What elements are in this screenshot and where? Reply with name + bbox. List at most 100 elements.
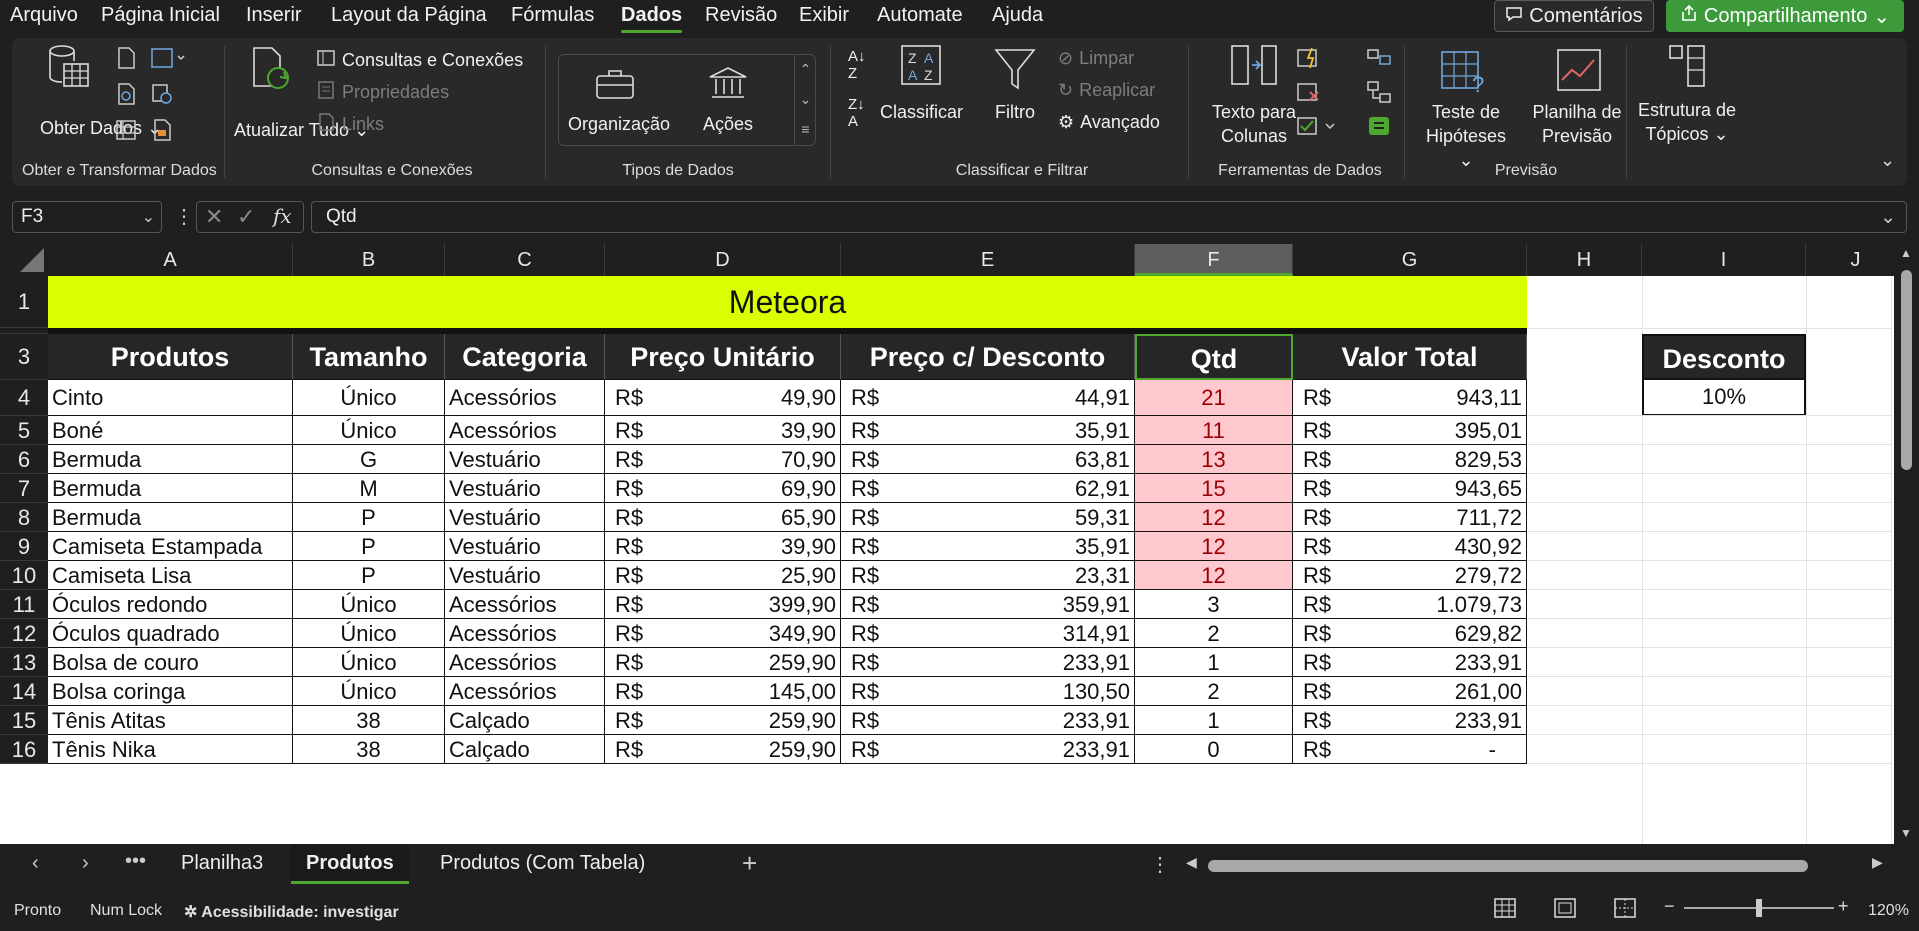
cell-produto[interactable]: Bermuda: [48, 503, 293, 532]
cell-total[interactable]: R$ 711,72: [1293, 503, 1527, 532]
cell-total[interactable]: R$ 395,01: [1293, 416, 1527, 445]
hscroll-right-icon[interactable]: ▶: [1872, 854, 1883, 871]
cell-preco[interactable]: R$ 145,00: [605, 677, 841, 706]
row-header-6[interactable]: 6: [0, 445, 48, 474]
cell-total[interactable]: R$ 430,92: [1293, 532, 1527, 561]
cell-desconto[interactable]: R$ 314,91: [841, 619, 1135, 648]
row-header-15[interactable]: 15: [0, 706, 48, 735]
cell-qtd[interactable]: 1: [1135, 706, 1293, 735]
cell-categoria[interactable]: Calçado: [445, 735, 605, 764]
cell-desconto[interactable]: R$ 63,81: [841, 445, 1135, 474]
cell-total[interactable]: R$ 279,72: [1293, 561, 1527, 590]
cell-desconto[interactable]: R$ 130,50: [841, 677, 1135, 706]
filtro-button[interactable]: Filtro: [990, 100, 1040, 124]
relationships-icon[interactable]: [1366, 80, 1392, 104]
cell-preco[interactable]: R$ 259,90: [605, 706, 841, 735]
formula-input[interactable]: Qtd ⌄: [311, 201, 1907, 233]
from-table-range-icon[interactable]: [114, 118, 138, 142]
sheet-title[interactable]: Meteora: [48, 276, 1527, 328]
cell-qtd[interactable]: 21: [1135, 380, 1293, 416]
tab-produtos-label[interactable]: Produtos: [306, 852, 394, 875]
cell-qtd[interactable]: 12: [1135, 503, 1293, 532]
organizacao-button[interactable]: Organização: [568, 112, 670, 136]
cell-preco[interactable]: R$ 259,90: [605, 648, 841, 677]
menu-revisao[interactable]: Revisão: [705, 4, 777, 27]
from-table-icon[interactable]: [150, 46, 186, 70]
cell-qtd[interactable]: 12: [1135, 561, 1293, 590]
cell-tamanho[interactable]: Único: [293, 619, 445, 648]
cell-produto[interactable]: Bermuda: [48, 445, 293, 474]
column-header-c[interactable]: C: [445, 244, 605, 276]
cell-tamanho[interactable]: Único: [293, 677, 445, 706]
planilha-previsao-button[interactable]: Planilha de Previsão: [1522, 100, 1632, 148]
cell-tamanho[interactable]: 38: [293, 735, 445, 764]
menu-arquivo[interactable]: Arquivo: [10, 4, 78, 27]
column-header-f[interactable]: F: [1135, 244, 1293, 276]
cell-total[interactable]: R$ 943,65: [1293, 474, 1527, 503]
recent-sources-icon[interactable]: [150, 82, 174, 106]
cell-desconto[interactable]: R$ 44,91: [841, 380, 1135, 416]
cell-total[interactable]: R$ 943,11: [1293, 380, 1527, 416]
tabs-options-icon[interactable]: ⋮: [1150, 852, 1170, 877]
horizontal-scrollbar[interactable]: [1188, 860, 1888, 872]
menu-pagina-inicial[interactable]: Página Inicial: [101, 4, 220, 27]
add-sheet-icon[interactable]: +: [742, 848, 757, 879]
column-header-e[interactable]: E: [841, 244, 1135, 276]
cell-produto[interactable]: Bolsa coringa: [48, 677, 293, 706]
cell-preco[interactable]: R$ 399,90: [605, 590, 841, 619]
row-header-11[interactable]: 11: [0, 590, 48, 619]
header-produtos[interactable]: Produtos: [48, 334, 293, 380]
sort-az-button[interactable]: A↓ Z: [848, 48, 866, 82]
menu-ajuda[interactable]: Ajuda: [992, 4, 1043, 27]
cell-desconto[interactable]: R$ 62,91: [841, 474, 1135, 503]
cell-total[interactable]: R$ 261,00: [1293, 677, 1527, 706]
cell-total[interactable]: R$ 1.079,73: [1293, 590, 1527, 619]
avancado-button[interactable]: ⚙ Avançado: [1058, 112, 1160, 133]
zoom-out-icon[interactable]: −: [1664, 896, 1675, 917]
discount-label[interactable]: Desconto: [1642, 334, 1806, 380]
header-qtd-selected[interactable]: Qtd: [1135, 334, 1293, 380]
comments-button[interactable]: Comentários: [1494, 0, 1654, 32]
cell-total[interactable]: R$ -: [1293, 735, 1527, 764]
menu-dados[interactable]: Dados: [621, 4, 683, 33]
data-model-icon[interactable]: [1366, 114, 1392, 138]
page-layout-view-icon[interactable]: [1554, 898, 1576, 923]
vertical-scrollbar[interactable]: ▲ ▼: [1894, 244, 1919, 844]
row-header-3[interactable]: 3: [0, 334, 48, 380]
classificar-button[interactable]: Classificar: [880, 100, 963, 124]
cell-qtd[interactable]: 11: [1135, 416, 1293, 445]
cell-produto[interactable]: Óculos quadrado: [48, 619, 293, 648]
row-header-10[interactable]: 10: [0, 561, 48, 590]
cell-tamanho[interactable]: 38: [293, 706, 445, 735]
cell-produto[interactable]: Bolsa de couro: [48, 648, 293, 677]
select-all-corner[interactable]: [0, 244, 48, 276]
cell-preco[interactable]: R$ 69,90: [605, 474, 841, 503]
texto-para-colunas-button[interactable]: Texto para Colunas: [1204, 100, 1304, 148]
column-header-g[interactable]: G: [1293, 244, 1527, 276]
cell-tamanho[interactable]: P: [293, 532, 445, 561]
cell-desconto[interactable]: R$ 23,31: [841, 561, 1135, 590]
cell-preco[interactable]: R$ 39,90: [605, 532, 841, 561]
header-preco-unitario[interactable]: Preço Unitário: [605, 334, 841, 380]
cell-qtd[interactable]: 3: [1135, 590, 1293, 619]
cell-total[interactable]: R$ 233,91: [1293, 648, 1527, 677]
row-header-9[interactable]: 9: [0, 532, 48, 561]
enter-icon[interactable]: ✓: [237, 204, 255, 230]
vertical-scroll-thumb[interactable]: [1901, 270, 1912, 470]
column-header-d[interactable]: D: [605, 244, 841, 276]
cell-tamanho[interactable]: Único: [293, 416, 445, 445]
header-categoria[interactable]: Categoria: [445, 334, 605, 380]
cell-categoria[interactable]: Acessórios: [445, 648, 605, 677]
atualizar-tudo-button[interactable]: Atualizar Tudo ⌄: [234, 118, 369, 142]
menu-exibir[interactable]: Exibir: [799, 4, 849, 27]
gallery-scroll[interactable]: ⌃ ⌄ ≡: [794, 54, 816, 146]
cell-tamanho[interactable]: P: [293, 561, 445, 590]
cancel-icon[interactable]: ✕: [205, 204, 223, 230]
cell-desconto[interactable]: R$ 359,91: [841, 590, 1135, 619]
cell-desconto[interactable]: R$ 35,91: [841, 416, 1135, 445]
cell-preco[interactable]: R$ 70,90: [605, 445, 841, 474]
cell-tamanho[interactable]: M: [293, 474, 445, 503]
cell-qtd[interactable]: 15: [1135, 474, 1293, 503]
row-header-5[interactable]: 5: [0, 416, 48, 445]
scroll-down-icon[interactable]: ▼: [1900, 826, 1912, 840]
